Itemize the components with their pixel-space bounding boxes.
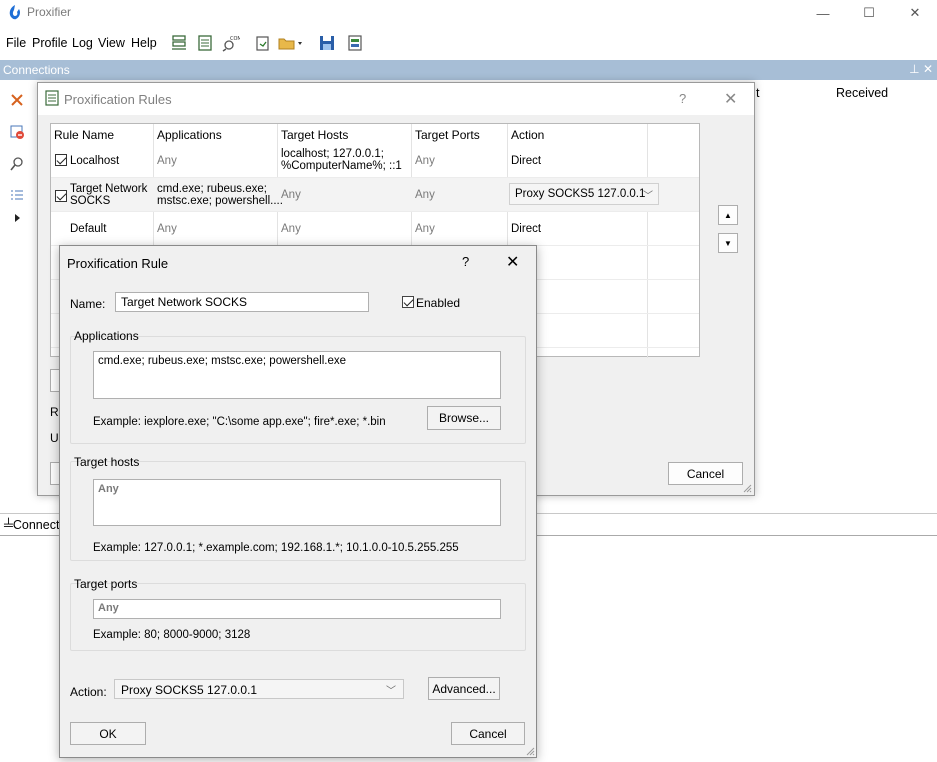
save-profile-icon[interactable]	[318, 34, 336, 52]
advanced-button[interactable]: Advanced...	[428, 677, 500, 700]
rule-enabled-checkbox[interactable]	[55, 154, 67, 166]
connections-panel-title: Connections	[3, 63, 70, 77]
proxy-servers-icon[interactable]	[170, 34, 188, 52]
main-titlebar: Proxifier — ☐ ✕	[0, 0, 937, 26]
menu-help[interactable]: Help	[131, 36, 157, 50]
profile-properties-icon[interactable]	[346, 34, 364, 52]
rule-name: Target Network SOCKS	[70, 183, 148, 207]
connections-tab-icon: ╧	[4, 518, 13, 532]
menu-log[interactable]: Log	[72, 36, 93, 50]
rule-action: Direct	[511, 223, 542, 235]
target-hosts-input[interactable]: Any	[93, 479, 501, 526]
target-hosts-label: Target hosts	[74, 455, 140, 469]
app-title: Proxifier	[27, 5, 72, 19]
rules-dialog-titlebar: Proxification Rules ? ✕	[38, 83, 754, 115]
rules-cancel-button[interactable]: Cancel	[668, 462, 743, 485]
rule-help-button[interactable]: ?	[462, 254, 469, 269]
target-hosts-example: Example: 127.0.0.1; *.example.com; 192.1…	[93, 542, 459, 554]
connections-panel-header: Connections ⊥ ✕	[0, 60, 937, 80]
rule-apps: cmd.exe; rubeus.exe; mstsc.exe; powershe…	[157, 183, 283, 207]
open-profile-icon[interactable]	[278, 34, 304, 52]
rule-hosts: Any	[281, 189, 301, 201]
column-header-received[interactable]: Received	[836, 86, 888, 100]
minimize-button[interactable]: —	[800, 0, 846, 26]
clear-connections-icon[interactable]	[9, 124, 25, 140]
table-row[interactable]: Default Any Any Any Direct	[51, 212, 699, 246]
table-row[interactable]: Target Network SOCKS cmd.exe; rubeus.exe…	[51, 178, 699, 212]
action-dropdown[interactable]: Proxy SOCKS5 127.0.0.1 ﹀	[114, 679, 404, 699]
rule-apps: Any	[157, 155, 177, 167]
chevron-down-icon: ﹀	[643, 191, 653, 202]
connections-side-toolbar	[0, 80, 36, 510]
menu-bar: File Profile Log View Help	[0, 30, 937, 56]
find-connection-icon[interactable]	[9, 156, 25, 172]
column-header-target-hosts[interactable]: Target Hosts	[281, 128, 348, 142]
svg-text:COM: COM	[230, 36, 240, 42]
connections-panel-controls[interactable]: ⊥ ✕	[909, 62, 933, 76]
menu-profile[interactable]: Profile	[32, 36, 67, 50]
resize-grip-icon[interactable]	[525, 746, 535, 756]
new-profile-icon[interactable]	[254, 34, 272, 52]
rule-hosts: localhost; 127.0.0.1; %ComputerName%; ::…	[281, 148, 402, 172]
cancel-button[interactable]: Cancel	[451, 722, 525, 745]
column-header-applications[interactable]: Applications	[157, 128, 222, 142]
chevron-down-icon: ﹀	[386, 686, 396, 697]
proxification-rules-icon[interactable]	[196, 34, 214, 52]
rule-ports: Any	[415, 189, 435, 201]
menu-file[interactable]: File	[6, 36, 26, 50]
rule-apps: Any	[157, 223, 177, 235]
action-label: Action:	[70, 685, 107, 699]
close-button[interactable]: ✕	[892, 0, 937, 26]
target-ports-label: Target ports	[74, 577, 138, 591]
resize-grip-icon[interactable]	[742, 483, 752, 493]
maximize-button[interactable]: ☐	[846, 0, 892, 26]
ok-button[interactable]: OK	[70, 722, 146, 745]
rules-close-button[interactable]: ✕	[724, 89, 737, 109]
rule-hosts: Any	[281, 223, 301, 235]
rule-ports: Any	[415, 155, 435, 167]
expand-arrow-icon[interactable]	[9, 210, 25, 226]
applications-input[interactable]: cmd.exe; rubeus.exe; mstsc.exe; powershe…	[93, 351, 501, 399]
rule-dialog-title: Proxification Rule	[67, 256, 169, 271]
rule-action: Direct	[511, 155, 542, 167]
enabled-label: Enabled	[416, 296, 461, 310]
name-label: Name:	[70, 297, 106, 311]
rule-enabled-checkbox[interactable]	[55, 190, 67, 202]
proxification-rule-dialog: Proxification Rule ? ✕ Name: Target Netw…	[59, 245, 537, 758]
name-resolution-icon[interactable]: COM	[222, 34, 240, 52]
rule-name: Localhost	[70, 155, 120, 167]
rule-name-input[interactable]: Target Network SOCKS	[115, 292, 369, 312]
proxifier-logo-icon	[9, 5, 20, 20]
rule-ports: Any	[415, 223, 435, 235]
rule-action-dropdown[interactable]: Proxy SOCKS5 127.0.0.1 ﹀	[509, 183, 659, 205]
column-header-partial: t	[756, 86, 760, 100]
rules-dialog-icon	[45, 90, 59, 106]
list-view-icon[interactable]	[9, 188, 25, 204]
rule-enabled-checkbox[interactable]	[402, 296, 414, 308]
rules-help-button[interactable]: ?	[679, 91, 686, 106]
applications-example: Example: iexplore.exe; "C:\some app.exe"…	[93, 416, 386, 428]
rule-name: Default	[70, 223, 107, 235]
column-header-target-ports[interactable]: Target Ports	[415, 128, 480, 142]
rule-close-button[interactable]: ✕	[506, 252, 519, 272]
close-connection-icon[interactable]	[9, 92, 25, 108]
table-row[interactable]: Localhost Any localhost; 127.0.0.1; %Com…	[51, 144, 699, 178]
target-ports-example: Example: 80; 8000-9000; 3128	[93, 629, 251, 641]
applications-label: Applications	[74, 329, 139, 343]
bottom-tab-label[interactable]: ╧Connect	[4, 518, 59, 532]
column-header-action[interactable]: Action	[511, 128, 544, 142]
browse-button[interactable]: Browse...	[427, 406, 501, 430]
move-rule-up-button[interactable]: ▲	[718, 205, 738, 225]
rules-dialog-title: Proxification Rules	[64, 92, 172, 107]
target-ports-input[interactable]: Any	[93, 599, 501, 619]
move-rule-down-button[interactable]: ▼	[718, 233, 738, 253]
menu-view[interactable]: View	[98, 36, 125, 50]
column-header-rule-name[interactable]: Rule Name	[54, 128, 114, 142]
